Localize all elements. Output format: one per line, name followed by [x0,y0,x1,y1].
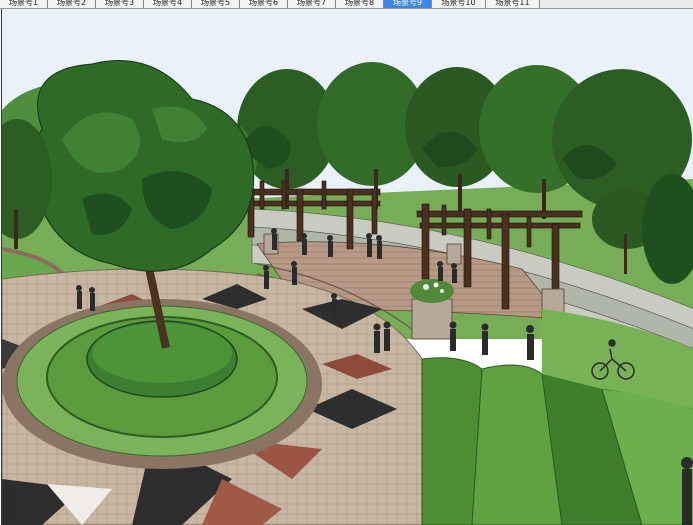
scene-tab-bar: 场景号1 场景号2 场景号3 场景号4 场景号5 场景号6 场景号7 场景号8 … [0,0,693,9]
scene-tab-6[interactable]: 场景号6 [240,0,288,8]
scene-tab-3[interactable]: 场景号3 [96,0,144,8]
scene-tab-5[interactable]: 场景号5 [192,0,240,8]
scene-tab-11[interactable]: 场景号11 [486,0,540,8]
terraced-lawns [421,309,693,525]
scene-tab-8[interactable]: 场景号8 [336,0,384,8]
scene-tab-4[interactable]: 场景号4 [144,0,192,8]
scene-tab-10[interactable]: 场景号10 [432,0,486,8]
scene-tab-2[interactable]: 场景号2 [48,0,96,8]
sketchup-window: 场景号1 场景号2 场景号3 场景号4 场景号5 场景号6 场景号7 场景号8 … [0,0,693,525]
park-scene-render [2,9,693,525]
scene-tab-7[interactable]: 场景号7 [288,0,336,8]
scene-tab-9[interactable]: 场景号9 [384,0,432,8]
scene-tab-1[interactable]: 场景号1 [0,0,48,8]
3d-viewport[interactable] [1,9,693,525]
